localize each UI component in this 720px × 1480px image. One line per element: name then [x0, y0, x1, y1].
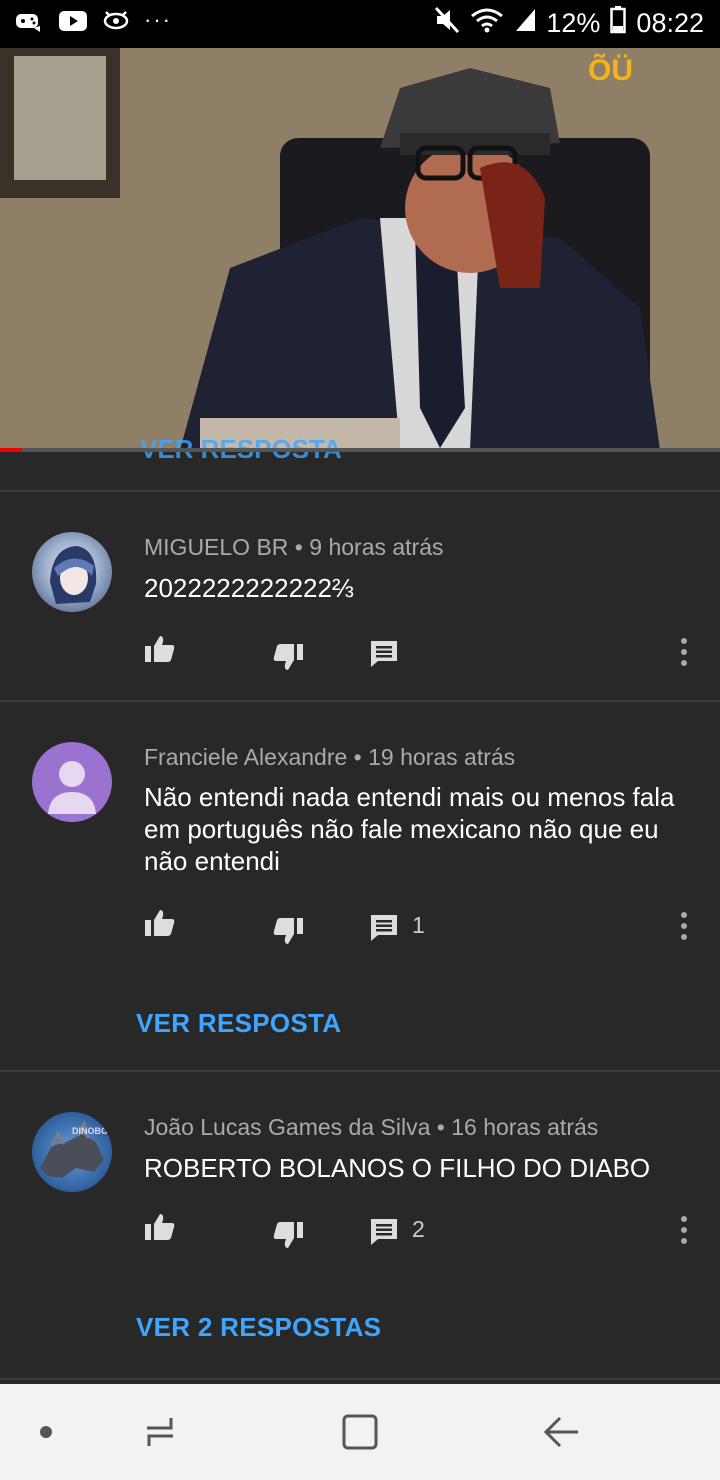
youtube-icon: [58, 9, 88, 38]
svg-text:ÕÜ: ÕÜ: [588, 53, 633, 87]
view-replies-link[interactable]: VER RESPOSTA: [136, 1008, 341, 1039]
battery-percentage: 12%: [546, 8, 601, 38]
comment-meta: João Lucas Games da Silva • 16 horas atr…: [144, 1114, 599, 1140]
avatar[interactable]: [32, 532, 112, 612]
comment-time: 16 horas atrás: [451, 1114, 599, 1140]
dislike-button[interactable]: [272, 1220, 304, 1255]
comment-item: Franciele Alexandre • 19 horas atrás Não…: [0, 702, 720, 1070]
avatar[interactable]: [32, 742, 112, 822]
more-options-icon[interactable]: [676, 912, 692, 946]
comment-actions: 1: [0, 908, 720, 948]
reply-count: 1: [412, 912, 425, 938]
video-progress-fill: [0, 448, 22, 452]
comment-actions: [0, 634, 720, 674]
more-options-icon[interactable]: [676, 1216, 692, 1250]
android-navigation-bar: [0, 1384, 720, 1480]
game-controller-icon: [14, 8, 44, 39]
comment-text: Não entendi nada entendi mais ou menos f…: [144, 782, 675, 876]
comment-author[interactable]: MIGUELO BR: [144, 534, 288, 560]
reply-icon[interactable]: [370, 1218, 398, 1251]
obscured-reply-link: VER RESPOSTA: [140, 434, 342, 458]
comment-meta: Franciele Alexandre • 19 horas atrás: [144, 744, 516, 770]
reply-icon[interactable]: [370, 914, 398, 947]
reply-count: 2: [412, 1216, 425, 1242]
nav-dot-icon[interactable]: [22, 1408, 70, 1456]
comment-time: 19 horas atrás: [368, 744, 516, 770]
mute-icon: [434, 6, 460, 41]
comment-item: MIGUELO BR • 9 horas atrás 2022222222222…: [0, 492, 720, 700]
signal-icon: [514, 7, 536, 40]
svg-text:DINOBOT: DINOBOT: [72, 1126, 112, 1136]
battery-icon: [610, 6, 627, 41]
comment-text: 2022222222222⅔: [144, 573, 354, 603]
clock: 08:22: [636, 8, 704, 38]
wifi-icon: [470, 6, 504, 41]
view-replies-link[interactable]: VER 2 RESPOSTAS: [136, 1312, 381, 1343]
comment-time: 9 horas atrás: [309, 534, 444, 560]
comment-actions: 2: [0, 1212, 720, 1252]
comment-author[interactable]: João Lucas Games da Silva: [144, 1114, 430, 1140]
like-button[interactable]: [144, 634, 176, 669]
dislike-button[interactable]: [272, 916, 304, 951]
status-bar: ··· 12% 08:22: [0, 0, 720, 48]
recent-apps-icon[interactable]: [136, 1408, 184, 1456]
comment-meta: MIGUELO BR • 9 horas atrás: [144, 534, 444, 560]
video-progress-bar[interactable]: [0, 448, 720, 452]
back-button-icon[interactable]: [538, 1408, 586, 1456]
divider: [0, 1378, 720, 1380]
home-button-icon[interactable]: [336, 1408, 384, 1456]
comment-text: ROBERTO BOLANOS O FILHO DO DIABO: [144, 1153, 651, 1183]
more-notifications-icon: ···: [144, 6, 172, 32]
avatar[interactable]: DINOBOT: [32, 1112, 112, 1192]
like-button[interactable]: [144, 908, 176, 943]
more-options-icon[interactable]: [676, 638, 692, 672]
dislike-button[interactable]: [272, 642, 304, 677]
reply-icon[interactable]: [370, 640, 398, 673]
sync-icon: [102, 8, 130, 39]
like-button[interactable]: [144, 1212, 176, 1247]
comment-author[interactable]: Franciele Alexandre: [144, 744, 347, 770]
video-frame: ÕÜ: [0, 48, 720, 450]
video-player[interactable]: ÕÜ: [0, 48, 720, 450]
comment-item: DINOBOT João Lucas Games da Silva • 16 h…: [0, 1072, 720, 1380]
